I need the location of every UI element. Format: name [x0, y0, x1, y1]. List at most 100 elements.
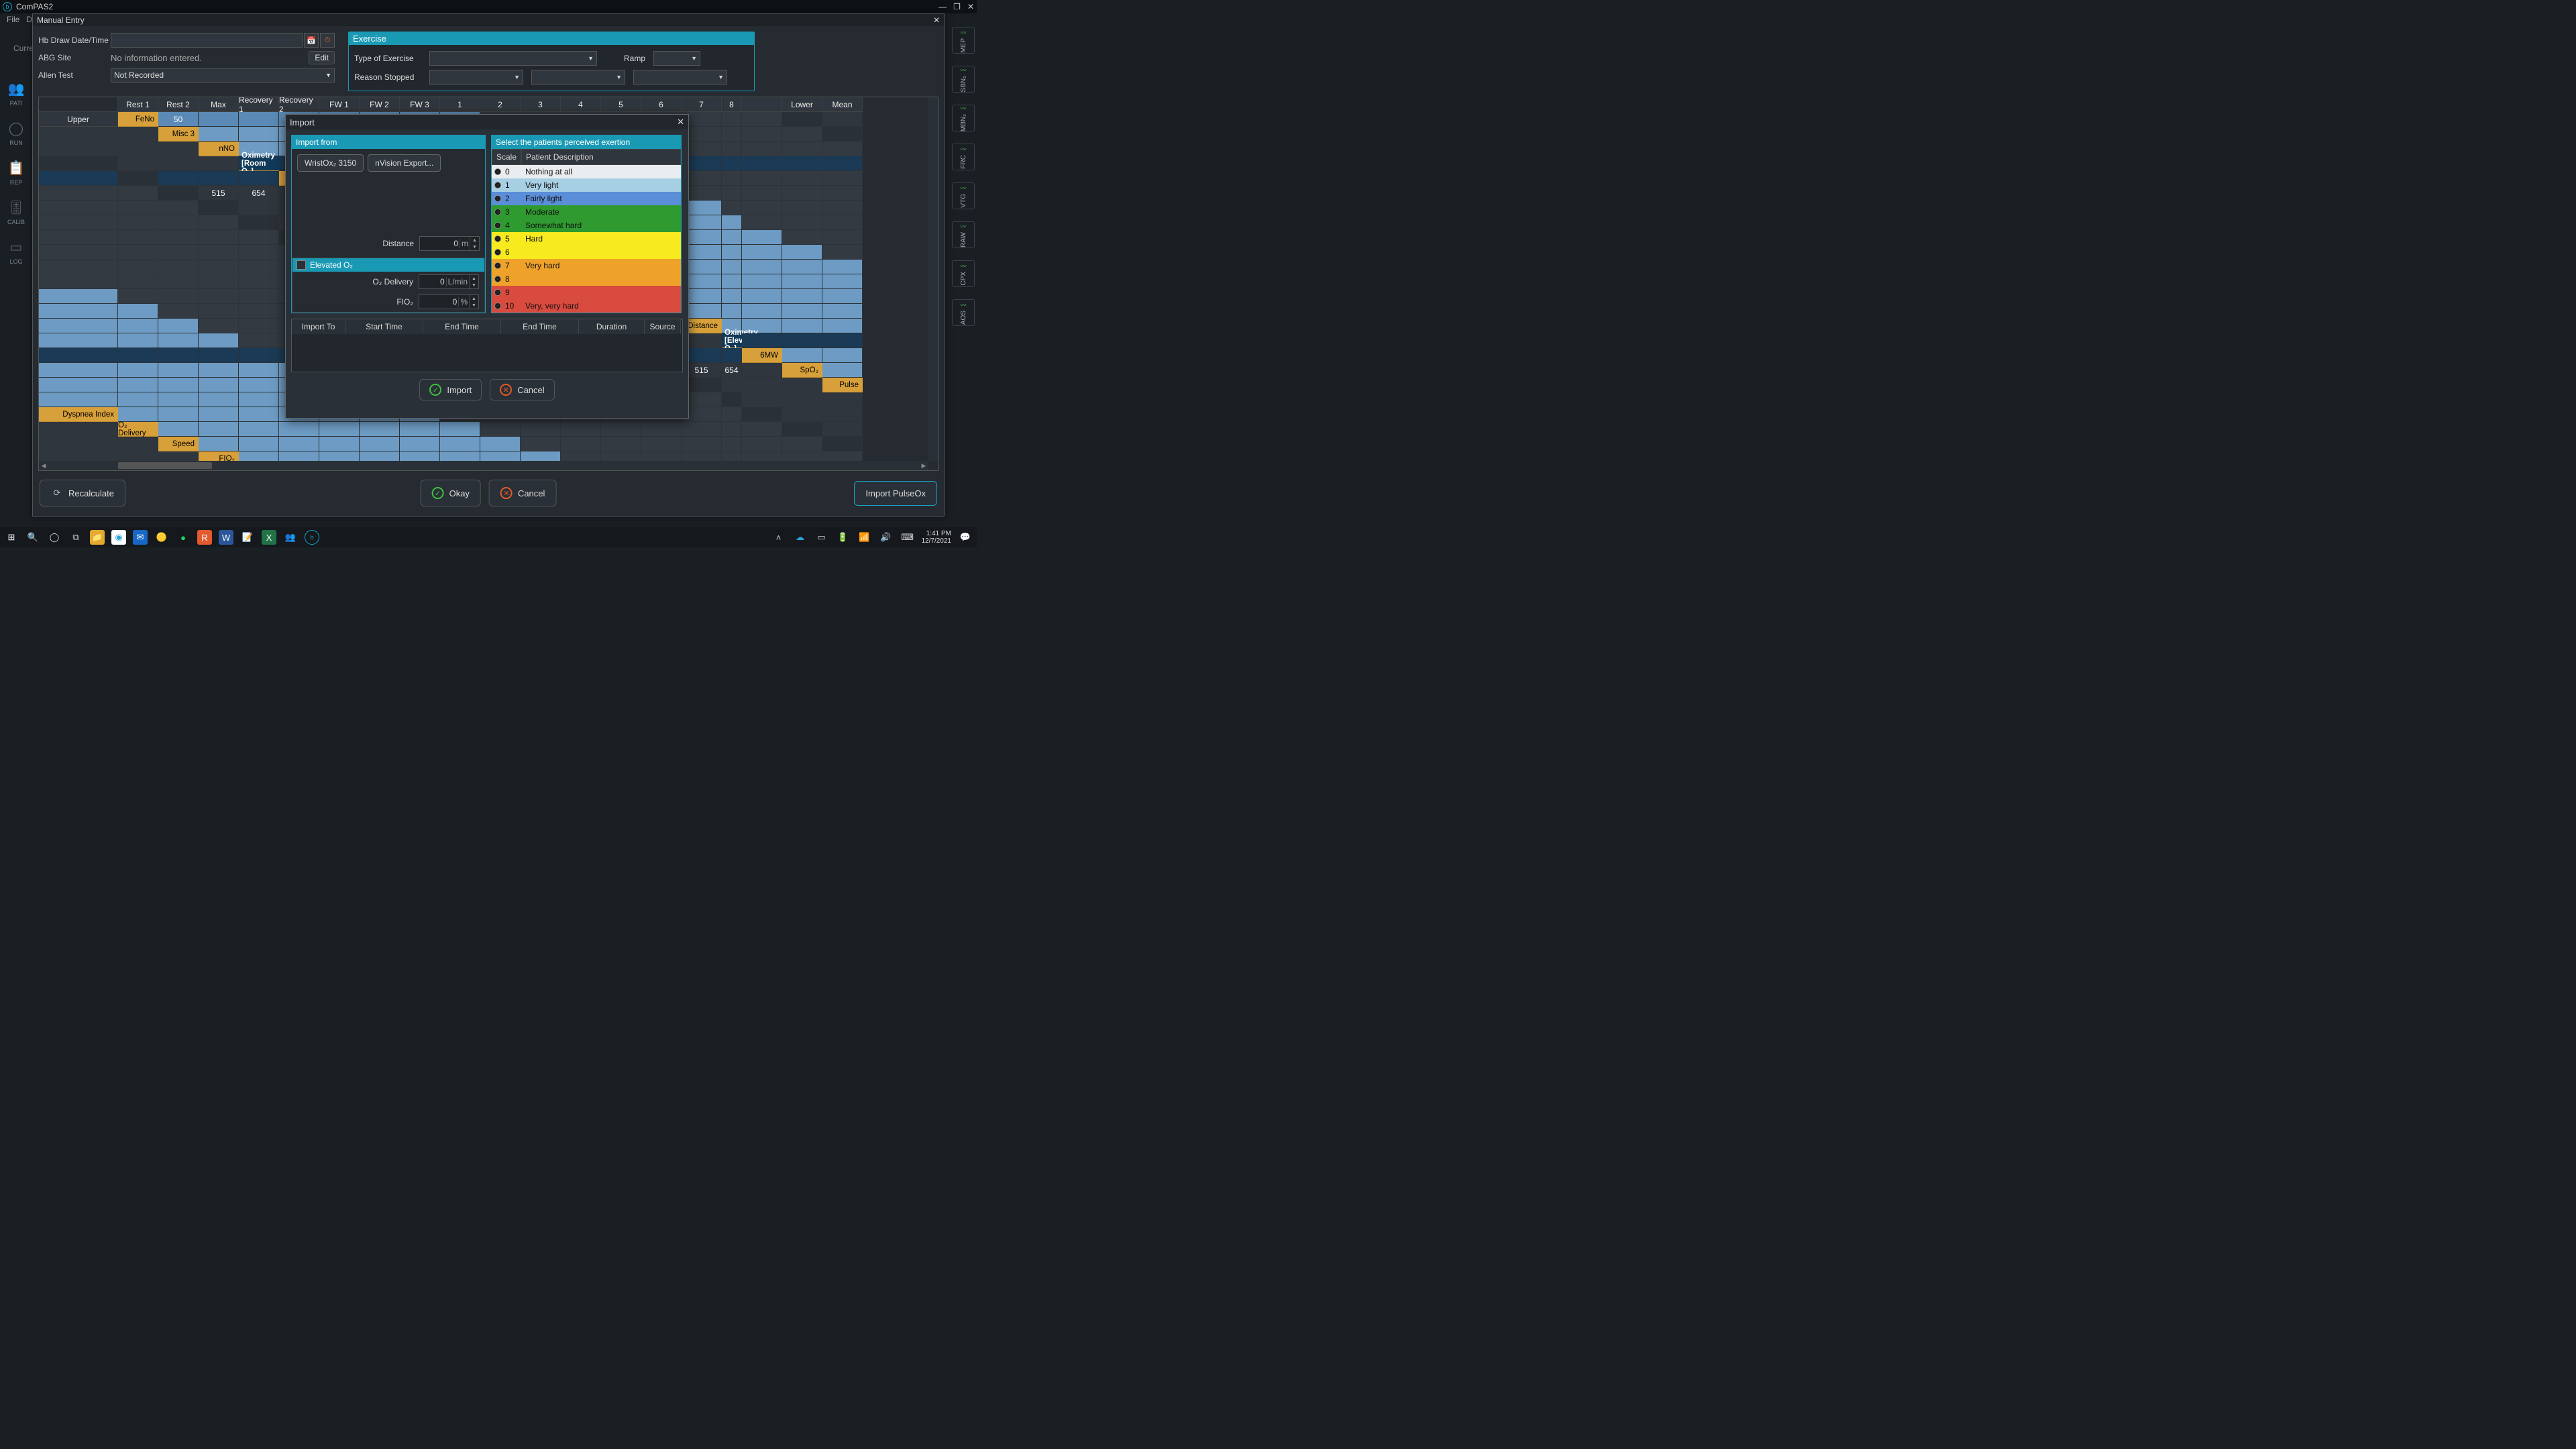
source-nvision-button[interactable]: nVision Export... — [368, 154, 441, 172]
cell[interactable] — [39, 319, 118, 333]
cell[interactable] — [722, 289, 742, 304]
reason-select-3[interactable]: ▼ — [633, 70, 727, 85]
cell[interactable] — [742, 230, 782, 245]
cell[interactable] — [722, 437, 742, 451]
source-wristox-button[interactable]: WristOx₂ 3150 — [297, 154, 364, 172]
cell[interactable] — [742, 274, 782, 289]
import-close-icon[interactable]: ✕ — [677, 117, 684, 127]
scrollbar-horizontal[interactable]: ◀ ▶ — [39, 461, 928, 470]
rpe-row[interactable]: 2Fairly light — [492, 192, 681, 205]
cell[interactable] — [822, 201, 863, 215]
cell[interactable] — [742, 437, 782, 451]
import-grid-header[interactable]: End Time — [501, 319, 579, 334]
volume-icon[interactable]: 🔊 — [879, 530, 894, 545]
radio-icon[interactable] — [492, 232, 504, 246]
window-maximize-icon[interactable]: ❐ — [953, 2, 961, 11]
cell[interactable] — [158, 392, 199, 407]
import-cancel-button[interactable]: ✕ Cancel — [490, 379, 554, 400]
cell[interactable] — [118, 215, 158, 230]
cell[interactable] — [521, 437, 561, 451]
start-icon[interactable]: ⊞ — [4, 530, 19, 545]
excel-icon[interactable]: X — [262, 530, 276, 545]
cell[interactable] — [722, 260, 742, 274]
cell[interactable] — [722, 186, 742, 201]
cell[interactable] — [641, 437, 682, 451]
tray-icon-1[interactable]: ▭ — [814, 530, 829, 545]
rpe-row[interactable]: 3Moderate — [492, 205, 681, 219]
cell[interactable] — [39, 392, 118, 407]
scroll-left-icon[interactable]: ◀ — [39, 461, 48, 470]
cell[interactable]: 50 — [158, 112, 199, 127]
cell[interactable] — [822, 215, 863, 230]
left-rail-rep[interactable]: 📋REP — [8, 160, 25, 186]
fio-input[interactable]: 0 % ▲▼ — [419, 294, 479, 309]
cell[interactable] — [199, 407, 239, 422]
cell[interactable] — [742, 201, 782, 215]
spotify-icon[interactable]: ● — [176, 530, 191, 545]
cell[interactable] — [39, 201, 118, 215]
cell[interactable] — [239, 378, 279, 392]
cell[interactable] — [199, 215, 239, 230]
cell[interactable] — [118, 363, 158, 378]
import-grid-header[interactable]: Source — [645, 319, 681, 334]
cell[interactable] — [440, 437, 480, 451]
cell[interactable] — [239, 127, 279, 142]
cell[interactable] — [239, 392, 279, 407]
cell[interactable] — [118, 201, 158, 215]
rpe-row[interactable]: 6 — [492, 246, 681, 259]
cell[interactable] — [118, 260, 158, 274]
cell[interactable] — [239, 333, 279, 348]
cell[interactable] — [782, 245, 822, 260]
reason-select-2[interactable]: ▼ — [531, 70, 625, 85]
cell[interactable] — [199, 333, 239, 348]
cell[interactable] — [782, 127, 822, 142]
cell[interactable] — [822, 245, 863, 260]
cancel-button[interactable]: ✕ Cancel — [489, 480, 556, 506]
cell[interactable] — [400, 437, 440, 451]
cell[interactable] — [722, 407, 742, 422]
distance-input[interactable]: 0 m ▲▼ — [419, 236, 480, 251]
cell[interactable] — [158, 363, 199, 378]
cell[interactable] — [239, 260, 279, 274]
cell[interactable] — [782, 348, 822, 363]
import-titlebar[interactable]: Import ✕ — [286, 115, 688, 129]
cell[interactable] — [239, 437, 279, 451]
cell[interactable] — [722, 245, 742, 260]
cell[interactable] — [782, 230, 822, 245]
radio-icon[interactable] — [492, 205, 504, 219]
cell[interactable] — [239, 245, 279, 260]
rpe-row[interactable]: 9 — [492, 286, 681, 299]
cell[interactable] — [641, 422, 682, 437]
rpe-row[interactable]: 7Very hard — [492, 259, 681, 272]
cell[interactable] — [682, 422, 722, 437]
allen-select[interactable]: Not Recorded ▼ — [111, 68, 335, 83]
cell[interactable] — [239, 230, 279, 245]
cell[interactable] — [742, 289, 782, 304]
notifications-icon[interactable]: 💬 — [958, 530, 973, 545]
tray-chevron-icon[interactable]: ˄ — [771, 530, 786, 545]
cell[interactable] — [39, 363, 118, 378]
cell[interactable] — [722, 422, 742, 437]
cell[interactable] — [118, 289, 158, 304]
cell[interactable] — [158, 230, 199, 245]
cell[interactable] — [722, 127, 742, 142]
cell[interactable] — [782, 289, 822, 304]
scroll-thumb[interactable] — [118, 462, 212, 469]
rpe-row[interactable]: 10Very, very hard — [492, 299, 681, 313]
right-rail-frc[interactable]: 〰FRC — [952, 144, 975, 170]
cell[interactable] — [742, 186, 782, 201]
cell[interactable] — [158, 319, 199, 333]
cell[interactable] — [722, 142, 742, 156]
left-rail-log[interactable]: ▭LOG — [9, 239, 22, 265]
cell[interactable] — [199, 230, 239, 245]
elevated-o2-checkbox[interactable] — [297, 260, 306, 270]
radio-icon[interactable] — [492, 165, 504, 178]
cell[interactable] — [782, 260, 822, 274]
cell[interactable] — [239, 304, 279, 319]
cell[interactable] — [158, 378, 199, 392]
cell[interactable] — [742, 142, 782, 156]
onedrive-icon[interactable]: ☁ — [793, 530, 808, 545]
cell[interactable] — [39, 230, 118, 245]
cell[interactable] — [118, 333, 158, 348]
cell[interactable] — [722, 215, 742, 230]
